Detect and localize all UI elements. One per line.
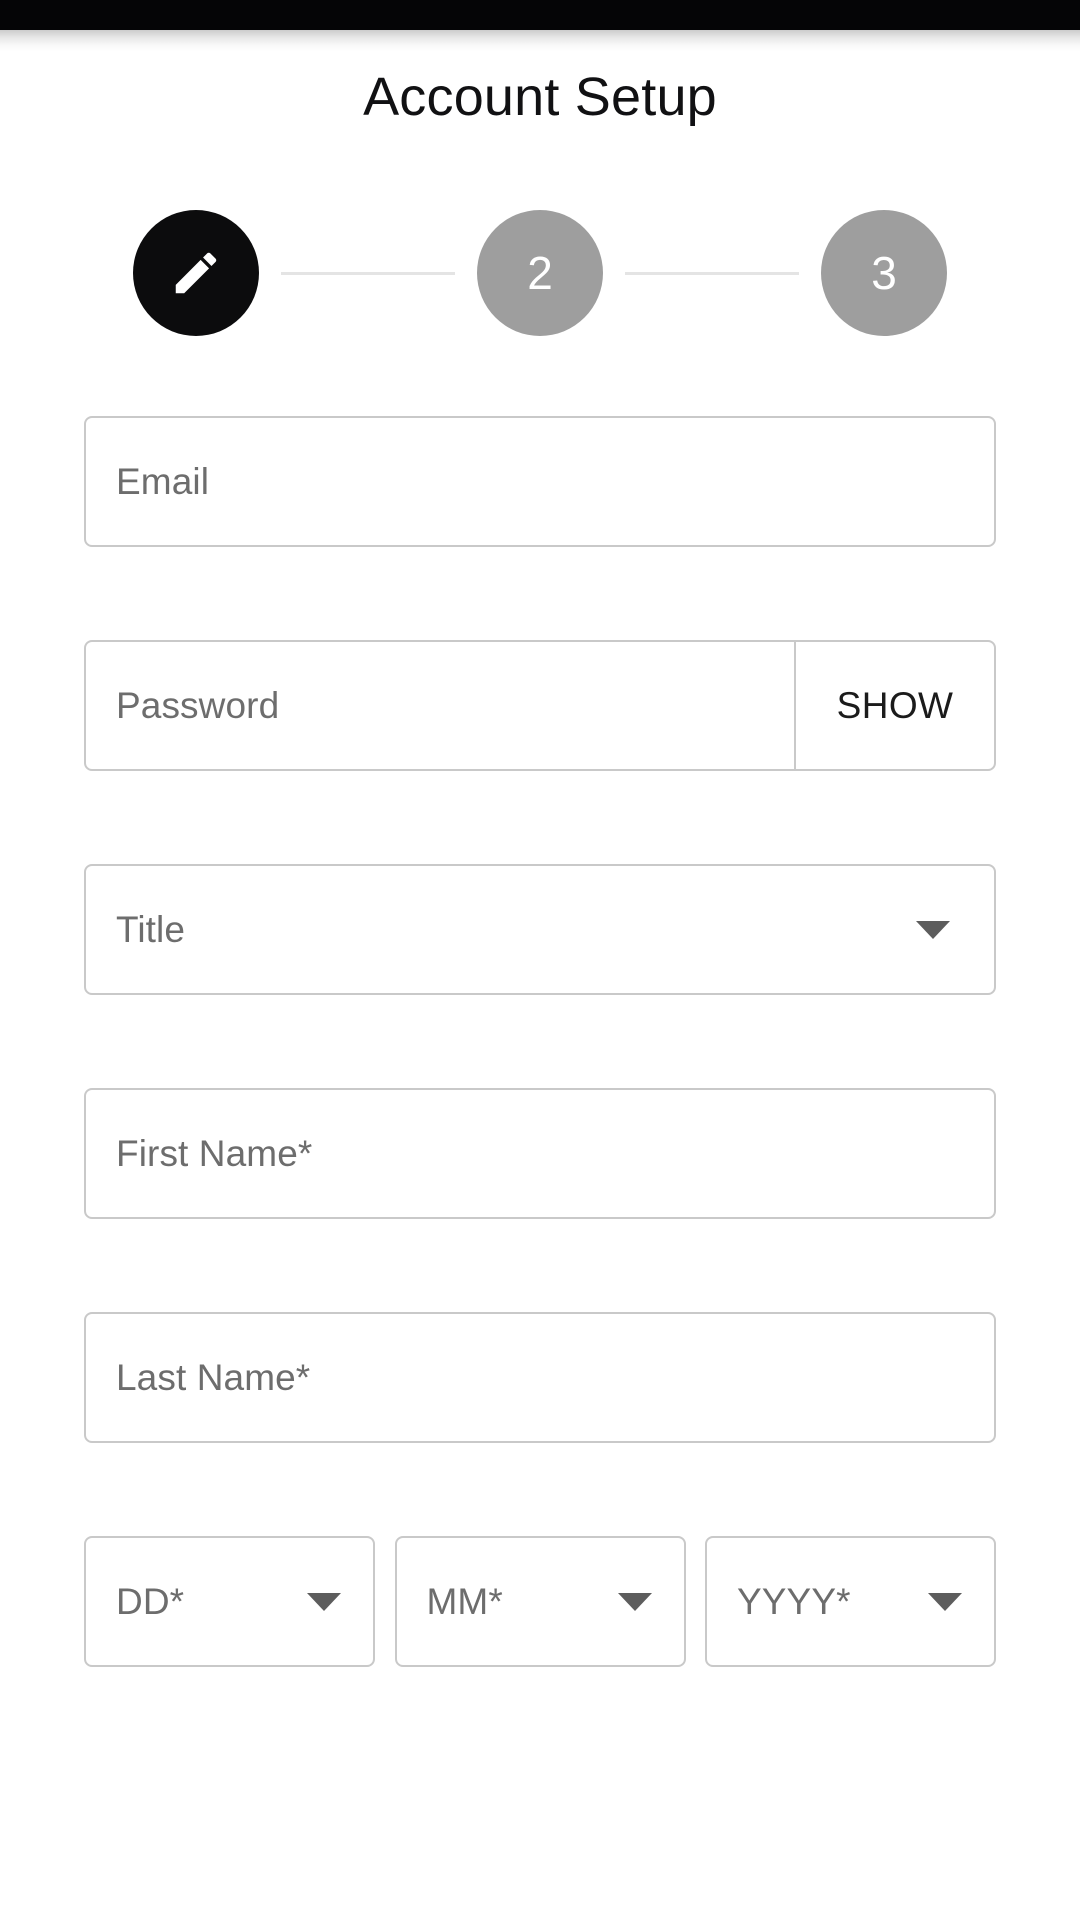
show-password-button[interactable]: SHOW: [794, 642, 994, 769]
stepper-connector-1: [281, 271, 455, 275]
account-setup-form: Email Password SHOW Title First Name* La…: [84, 416, 996, 1667]
title-select[interactable]: Title: [84, 864, 996, 995]
last-name-field[interactable]: Last Name*: [84, 1312, 996, 1443]
title-placeholder: Title: [116, 909, 186, 950]
email-field[interactable]: Email: [84, 416, 996, 547]
account-setup-screen: Account Setup 2 3 Email Password SHOW Ti…: [0, 0, 1080, 1920]
stepper-step-3-label: 3: [871, 247, 897, 299]
stepper-step-1[interactable]: [133, 210, 259, 336]
password-field[interactable]: Password SHOW: [84, 640, 996, 771]
chevron-down-icon: [916, 920, 950, 939]
status-bar: [0, 0, 1080, 30]
dob-year-placeholder: YYYY*: [737, 1581, 851, 1622]
chevron-down-icon: [617, 1592, 652, 1611]
last-name-placeholder: Last Name*: [116, 1357, 311, 1398]
status-bar-shadow: [0, 30, 1080, 52]
progress-stepper: 2 3: [133, 210, 947, 336]
stepper-step-2[interactable]: 2: [477, 210, 603, 336]
chevron-down-icon: [307, 1592, 341, 1611]
page-title: Account Setup: [363, 67, 717, 127]
pencil-icon: [169, 246, 223, 300]
dob-day-placeholder: DD*: [116, 1581, 185, 1622]
stepper-step-3[interactable]: 3: [821, 210, 947, 336]
dob-day-select[interactable]: DD*: [84, 1536, 375, 1667]
email-placeholder: Email: [116, 461, 210, 502]
first-name-placeholder: First Name*: [116, 1133, 313, 1174]
dob-year-select[interactable]: YYYY*: [705, 1536, 996, 1667]
dob-month-select[interactable]: MM*: [394, 1536, 686, 1667]
date-of-birth-row: DD* MM* YYYY*: [84, 1536, 996, 1667]
first-name-field[interactable]: First Name*: [84, 1088, 996, 1219]
stepper-step-2-label: 2: [527, 247, 553, 299]
dob-month-placeholder: MM*: [426, 1581, 503, 1622]
stepper-connector-2: [625, 271, 799, 275]
chevron-down-icon: [928, 1592, 962, 1611]
password-placeholder: Password: [116, 685, 280, 726]
